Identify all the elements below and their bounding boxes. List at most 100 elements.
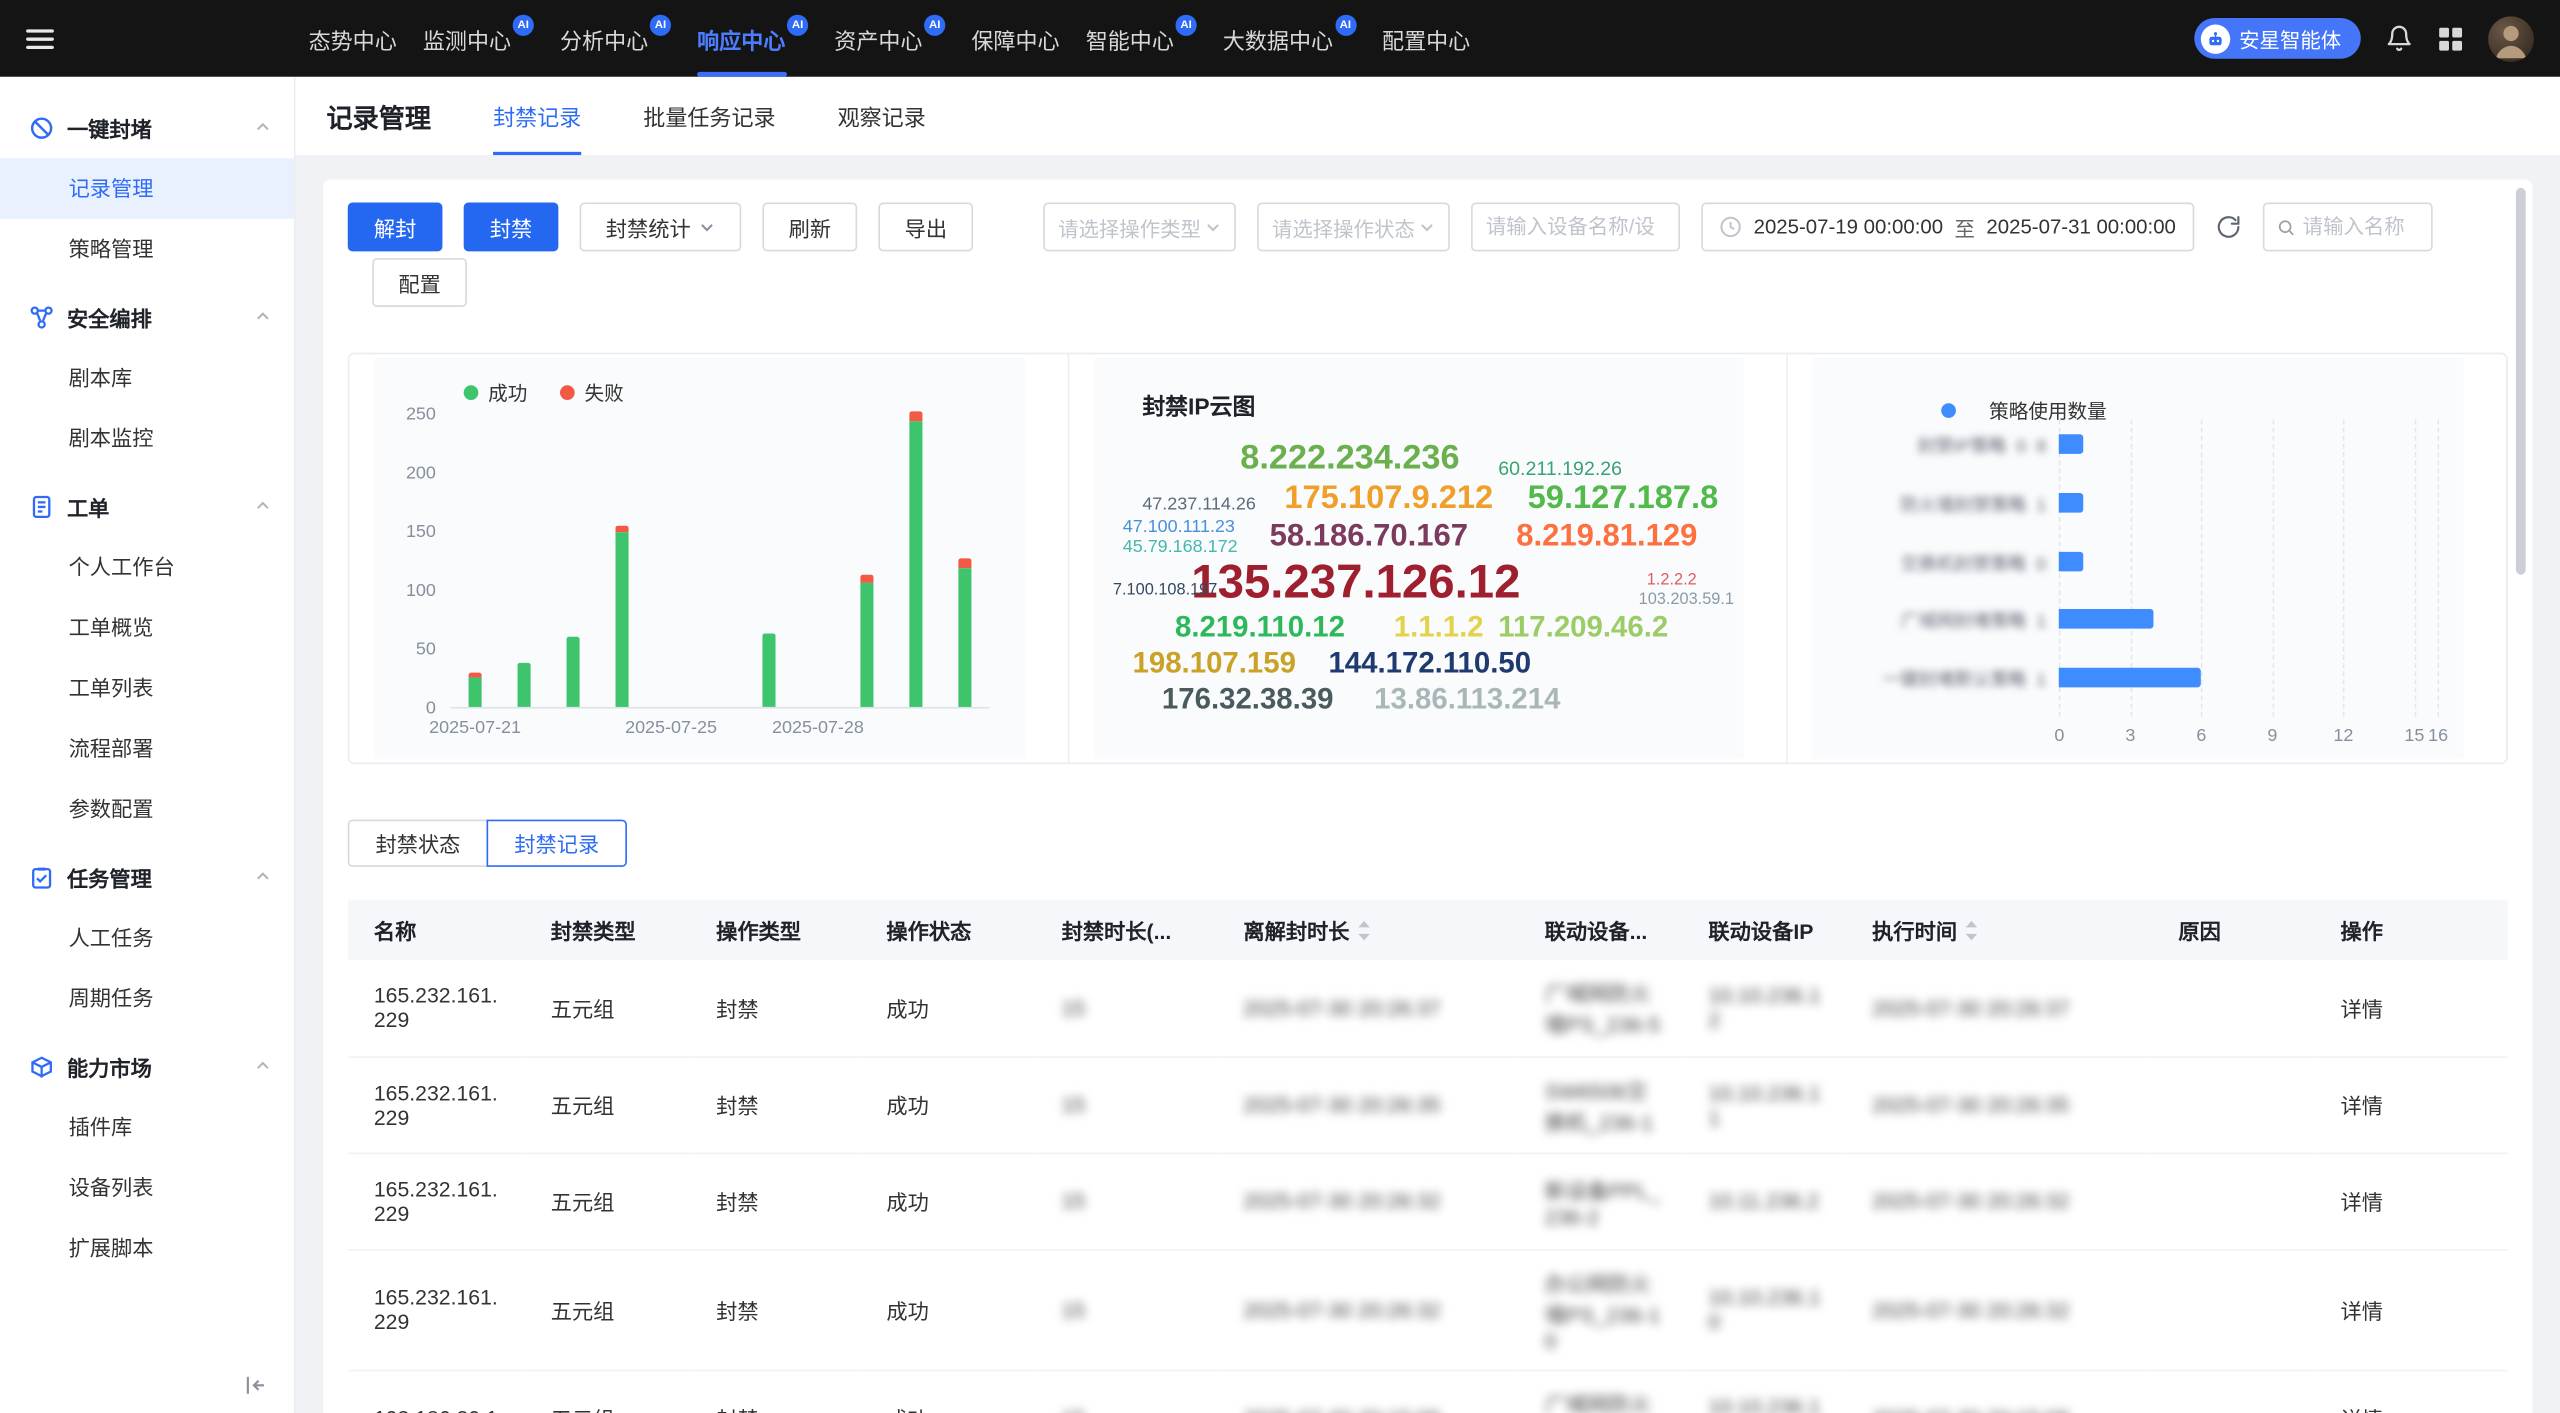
sidebar-item[interactable]: 设备列表 [0, 1158, 294, 1218]
ip-word: 144.172.110.50 [1328, 648, 1531, 680]
sidebar-item[interactable]: 策略管理 [0, 219, 294, 279]
cell-action[interactable]: 详情 [2314, 1056, 2507, 1152]
blurred-value: 广域网防火墙PS_236-5 [1545, 977, 1666, 1039]
cell-name: 165.232.161.229 [348, 960, 525, 1056]
sidebar-item[interactable]: 插件库 [0, 1097, 294, 1157]
sidebar-group-header[interactable]: 任务管理 [0, 846, 294, 908]
sidebar-item[interactable]: 剧本库 [0, 348, 294, 408]
topnav-item[interactable]: 响应中心AI [697, 0, 808, 77]
subtab-ban-records[interactable]: 封禁记录 [487, 820, 627, 867]
cell-exec_time: 2025-07-30 20:15:08 [1846, 1370, 2152, 1413]
gridline [2414, 420, 2416, 717]
col-header-label: 操作类型 [716, 919, 801, 943]
sidebar-item[interactable]: 剧本监控 [0, 408, 294, 468]
sidebar-group-header[interactable]: 安全编排 [0, 286, 294, 348]
col-header-label: 原因 [2178, 919, 2220, 943]
topnav-item[interactable]: 大数据中心AI [1223, 0, 1356, 77]
chevron-up-icon [255, 869, 271, 885]
refresh-button[interactable]: 刷新 [763, 202, 858, 251]
content-card: 解封 封禁 封禁统计 刷新 导出 请选择操作类型 请选择操作状态 [323, 180, 2532, 1413]
legend-label: 失败 [585, 379, 624, 407]
topnav-item[interactable]: 监测中心AI [423, 0, 534, 77]
cell-ban_type: 五元组 [525, 960, 690, 1056]
sidebar-item[interactable]: 参数配置 [0, 779, 294, 839]
bell-icon[interactable] [2385, 24, 2413, 52]
sidebar-group-header[interactable]: 一键封堵 [0, 96, 294, 158]
cell-action[interactable]: 详情 [2314, 1249, 2507, 1370]
tab-batch-task-records[interactable]: 批量任务记录 [643, 77, 775, 155]
subtab-ban-status[interactable]: 封禁状态 [348, 820, 488, 867]
cell-name: 165.232.161.229 [348, 1153, 525, 1249]
col-header-reason: 原因 [2152, 900, 2314, 960]
avatar[interactable] [2488, 16, 2534, 62]
sidebar-item[interactable]: 扩展脚本 [0, 1218, 294, 1278]
sidebar-item[interactable]: 个人工作台 [0, 537, 294, 597]
scrollbar-thumb[interactable] [2516, 188, 2526, 575]
unban-button[interactable]: 解封 [348, 202, 443, 251]
refresh-icon[interactable] [2215, 214, 2241, 240]
tab-observe-records[interactable]: 观察记录 [838, 77, 926, 155]
topnav-item[interactable]: 保障中心 [971, 0, 1059, 77]
op-type-select[interactable]: 请选择操作类型 [1043, 202, 1236, 251]
sidebar-group-header[interactable]: 能力市场 [0, 1035, 294, 1097]
col-header-status: 操作状态 [860, 900, 1035, 960]
cell-device: 办公网防火墙PS_236-10 [1519, 1249, 1683, 1370]
sidebar-item[interactable]: 人工任务 [0, 908, 294, 968]
policy-bar [2059, 434, 2083, 454]
legend-item[interactable]: 失败 [560, 379, 624, 407]
sidebar-item[interactable]: 工单概览 [0, 598, 294, 658]
legend-item[interactable]: 成功 [464, 379, 528, 407]
search-input[interactable] [2303, 216, 2418, 239]
cell-exec_time: 2025-07-30 20:26:37 [1846, 960, 2152, 1056]
sidebar-item[interactable]: 工单列表 [0, 658, 294, 718]
blurred-value: SW6506交换机_236-1 [1545, 1073, 1666, 1135]
apps-grid-icon[interactable] [2438, 25, 2464, 51]
brand-badge[interactable]: 安星智能体 [2195, 18, 2361, 59]
sidebar-nav: 一键封堵记录管理策略管理安全编排剧本库剧本监控工单个人工作台工单概览工单列表流程… [0, 77, 294, 1279]
y-tick-label: 200 [406, 462, 436, 485]
export-button[interactable]: 导出 [878, 202, 973, 251]
date-range-picker[interactable]: 2025-07-19 00:00:00 至 2025-07-31 00:00:0… [1701, 202, 2194, 251]
topnav-item[interactable]: 态势中心 [309, 0, 397, 77]
gridline [2201, 420, 2203, 717]
config-button[interactable]: 配置 [372, 258, 467, 307]
sidebar-item[interactable]: 周期任务 [0, 968, 294, 1028]
gridline [2343, 420, 2345, 717]
collapse-sidebar-icon[interactable] [243, 1373, 267, 1397]
policy-category-label: 广域网封堵策略_1 [1805, 608, 2047, 629]
y-tick-label: 50 [416, 638, 436, 661]
col-header-label: 封禁类型 [551, 919, 636, 943]
blurred-value: 2025-07-30 20:26:37 [1872, 996, 2069, 1020]
topnav-item-label: 资产中心 [834, 22, 922, 55]
cell-action[interactable]: 详情 [2314, 1370, 2507, 1413]
table-row: 165.232.161.229五元组封禁成功152025-07-30 20:26… [348, 960, 2508, 1056]
blurred-value: 10.10.236.12 [1708, 1393, 1829, 1413]
blurred-value: 10.10.236.11 [1708, 1080, 1829, 1129]
tab-ban-records[interactable]: 封禁记录 [493, 77, 581, 155]
x-tick-label: 2025-07-28 [772, 718, 864, 738]
ban-button[interactable]: 封禁 [464, 202, 559, 251]
clock-icon [1719, 216, 1742, 239]
blurred-value: 10.10.236.12 [1708, 983, 1829, 1032]
op-status-select[interactable]: 请选择操作状态 [1257, 202, 1450, 251]
cell-action[interactable]: 详情 [2314, 1153, 2507, 1249]
sidebar-item[interactable]: 记录管理 [0, 158, 294, 218]
market-icon [29, 1054, 53, 1078]
cell-action[interactable]: 详情 [2314, 960, 2507, 1056]
task-icon [29, 864, 53, 888]
topnav-item[interactable]: 分析中心AI [560, 0, 671, 77]
col-header-exec_time[interactable]: 执行时间 [1846, 900, 2152, 960]
ai-badge: AI [924, 15, 945, 36]
topnav-item[interactable]: 配置中心 [1382, 0, 1470, 77]
cell-name: 165.232.161.229 [348, 1249, 525, 1370]
ban-stats-button[interactable]: 封禁统计 [580, 202, 742, 251]
topnav-item[interactable]: 资产中心AI [834, 0, 945, 77]
col-header-release_time[interactable]: 离解封时长 [1217, 900, 1518, 960]
sidebar-group-header[interactable]: 工单 [0, 475, 294, 537]
success-segment [518, 662, 531, 707]
menu-icon[interactable] [26, 24, 54, 53]
sidebar-item[interactable]: 流程部署 [0, 718, 294, 778]
device-name-input[interactable] [1486, 216, 1666, 239]
topnav-item[interactable]: 智能中心AI [1086, 0, 1197, 77]
ip-word: 176.32.38.39 [1162, 684, 1334, 716]
